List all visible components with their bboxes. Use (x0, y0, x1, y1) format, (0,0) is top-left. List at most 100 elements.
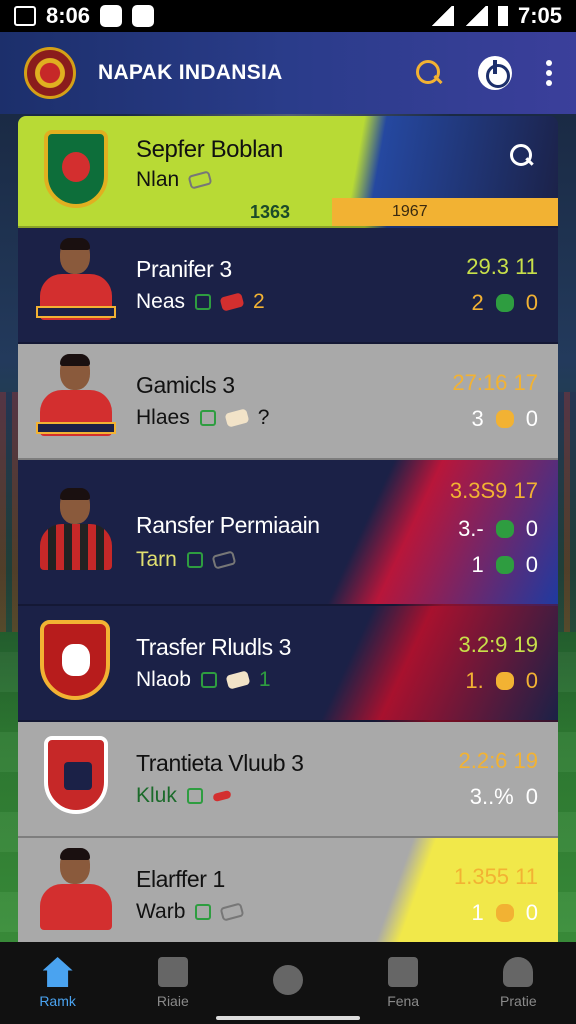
tag-icon (219, 902, 245, 922)
status-bar: 8:06 7:05 (0, 0, 576, 32)
shirt-icon (195, 294, 212, 310)
more-menu-icon[interactable] (546, 60, 552, 86)
notification-icon (14, 6, 36, 26)
list-item-sub: Tarn (136, 548, 237, 572)
list-item-stat: 27:16 17 (452, 370, 538, 395)
list-item-sub-label: Tarn (136, 548, 177, 571)
shirt-icon (199, 410, 216, 426)
list-item-score: 1. 0 (465, 668, 538, 694)
score-d: 0 (525, 552, 538, 577)
list-item-stat: 1.355 11 (453, 864, 538, 889)
club-badge (40, 620, 110, 700)
status-time-right: 7:05 (517, 3, 562, 28)
score-a: 3.- (458, 516, 484, 541)
shirt-icon (186, 788, 203, 804)
list-item-stat: 3.2:9 19 (458, 632, 538, 657)
score-a: 1. (465, 668, 484, 693)
media-notification-icon (132, 5, 155, 27)
tag-icon (187, 170, 213, 190)
list-item-sub-num: 2 (253, 290, 265, 313)
club-icon (495, 520, 514, 538)
battery-icon (497, 6, 508, 26)
person-icon (503, 957, 534, 987)
list-item-sub: Neas 2 (136, 290, 265, 314)
featured-foot-left: 1363 (249, 201, 290, 222)
app-title: NAPAK INDANSIA (98, 61, 283, 84)
search-icon[interactable] (414, 58, 444, 88)
list-item-sub-label: Nlaob (136, 668, 191, 691)
player-avatar (36, 352, 118, 442)
signal-icon (463, 6, 488, 26)
player-avatar (36, 846, 118, 936)
list-item-sub: Warb (136, 900, 245, 924)
score-a: 3 (471, 406, 484, 431)
nav-home-label: Ramk (39, 993, 76, 1009)
app-bar: NAPAK INDANSIA (0, 32, 576, 114)
bottom-nav: Ramk Riaie Fena Pratie (0, 942, 576, 1024)
list-item-name: Trasfer Rludls 3 (136, 634, 292, 660)
app-notification-icon (100, 5, 123, 27)
list-item[interactable]: Ransfer Permiaain Tarn 3.3S9 17 3.- 0 1 … (18, 460, 558, 606)
player-avatar (36, 236, 118, 326)
list-item-name: Gamicls 3 (136, 372, 235, 398)
nav-transfers[interactable]: Fena (353, 957, 453, 1009)
list-item-sub: Kluk (136, 784, 232, 808)
list-item-sub-num: 1 (258, 668, 271, 691)
featured-foot-right: 1967 (332, 198, 558, 226)
list-item-sub-num: ? (257, 406, 270, 429)
list-item[interactable]: Pranifer 3 Neas 2 29.3 11 2 0 (18, 228, 558, 344)
club-icon (495, 672, 514, 690)
list-item-stat: 2.2:6 19 (458, 748, 538, 773)
club-icon (495, 410, 514, 428)
ticket-icon (219, 292, 245, 312)
featured-name: Sepfer Boblan (136, 136, 283, 163)
list-item-sub: Nlaob 1 (136, 668, 271, 692)
list-item-sub-label: Neas (136, 290, 186, 313)
list-item-score: 1 0 (472, 900, 539, 926)
list-item[interactable]: Trasfer Rludls 3 Nlaob 1 3.2:9 19 1. 0 (18, 606, 558, 722)
status-time-left: 8:06 (46, 3, 91, 28)
list-item[interactable]: Trantieta Vluub 3 Kluk 2.2:6 19 3..% 0 (18, 722, 558, 838)
shirt-icon (186, 552, 203, 568)
card-search-icon[interactable] (508, 142, 536, 170)
tag-icon (211, 550, 237, 570)
shirt-icon (195, 904, 212, 920)
nav-news[interactable]: Riaie (123, 957, 223, 1009)
list-item-score: 3..% 0 (470, 784, 538, 810)
club-icon (495, 556, 514, 574)
nav-profile[interactable]: Pratie (468, 957, 568, 1009)
score-b: 0 (525, 900, 538, 925)
info-icon (272, 965, 303, 995)
transfer-list: Sepfer Boblan Nlan 1363 1967 Pranifer 3 … (18, 116, 558, 954)
score-c: 1 (471, 552, 484, 577)
nav-news-label: Riaie (156, 993, 189, 1009)
score-b: 0 (525, 784, 538, 809)
featured-card[interactable]: Sepfer Boblan Nlan 1363 1967 (18, 116, 558, 228)
list-item-score: 2 0 (472, 290, 539, 316)
club-icon (495, 904, 514, 922)
megaphone-icon (157, 957, 188, 987)
score-a: 3..% (469, 784, 514, 809)
nav-info[interactable] (238, 965, 338, 1001)
score-b: 0 (525, 668, 538, 693)
wifi-icon (429, 6, 454, 26)
list-item-name: Pranifer 3 (136, 256, 232, 282)
home-indicator[interactable] (216, 1016, 360, 1020)
list-item-sub-label: Warb (136, 900, 186, 923)
score-b: 0 (525, 406, 538, 431)
list-item[interactable]: Elarffer 1 Warb 1.355 11 1 0 (18, 838, 558, 954)
list-item-score: 3 0 (472, 406, 539, 432)
list-item[interactable]: Gamicls 3 Hlaes ? 27:16 17 3 0 (18, 344, 558, 460)
list-item-stat: 29.3 11 (466, 254, 538, 279)
transfer-icon (388, 957, 419, 987)
featured-sub: Nlan (136, 168, 213, 192)
list-item-name: Ransfer Permiaain (136, 512, 320, 538)
nav-transfers-label: Fena (387, 993, 420, 1009)
nav-home[interactable]: Ramk (8, 957, 108, 1009)
list-item-name: Trantieta Vluub 3 (136, 750, 304, 776)
shirt-icon (200, 672, 217, 688)
power-icon[interactable] (478, 56, 512, 90)
list-item-sub: Hlaes ? (136, 406, 269, 430)
score-b: 0 (525, 290, 538, 315)
score-a: 1 (471, 900, 484, 925)
